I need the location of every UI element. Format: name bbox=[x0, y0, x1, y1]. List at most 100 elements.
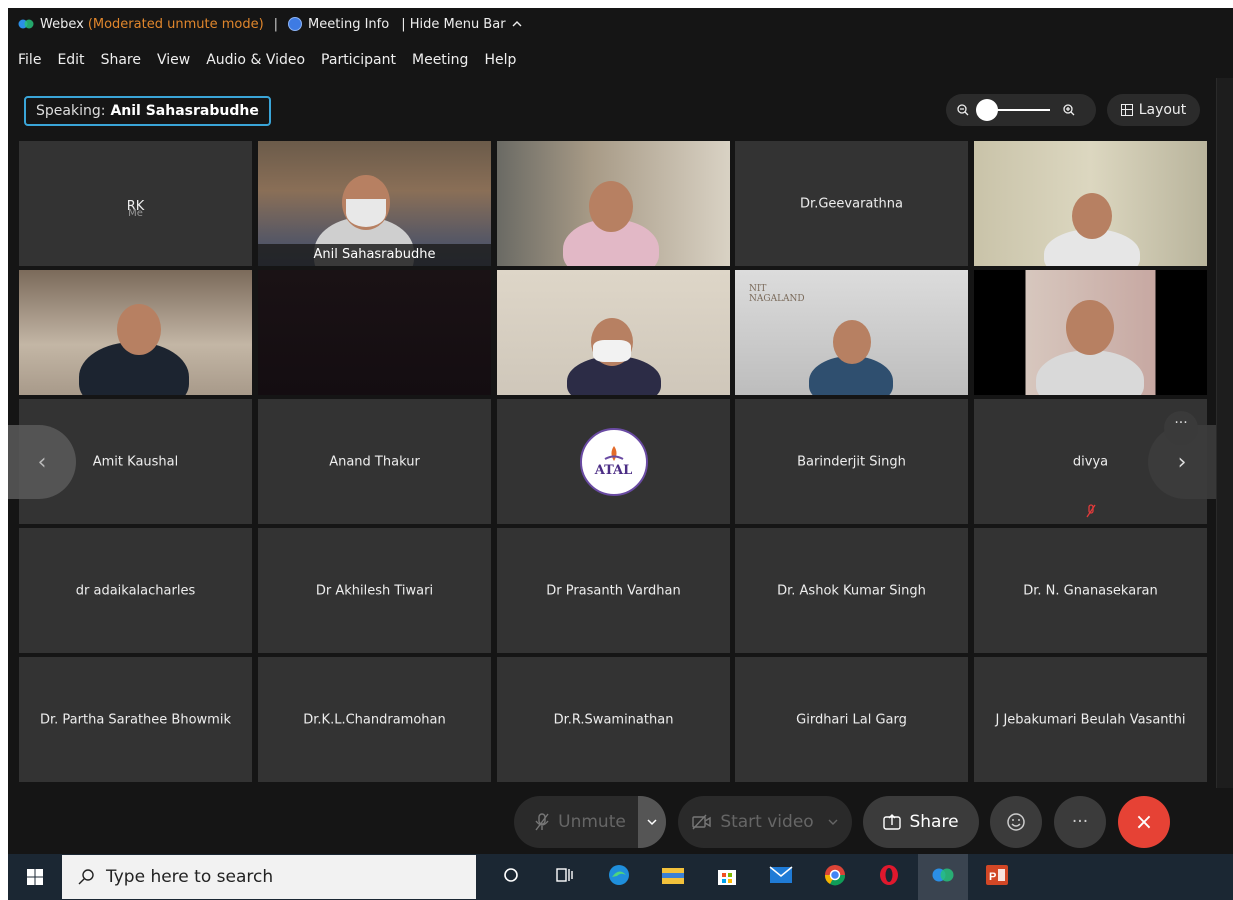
participant-face bbox=[1066, 300, 1114, 356]
participant-name: Girdhari Lal Garg bbox=[796, 712, 907, 727]
participant-tile[interactable] bbox=[974, 141, 1207, 266]
cortana-icon bbox=[503, 867, 519, 887]
task-view-icon bbox=[556, 867, 574, 887]
participant-tile[interactable]: RK Me bbox=[19, 141, 252, 266]
zoom-out-icon[interactable] bbox=[956, 103, 970, 117]
nit-sign: NIT NAGALAND bbox=[749, 284, 805, 304]
menu-item-meeting[interactable]: Meeting bbox=[412, 52, 468, 68]
cortana-taskbar-button[interactable] bbox=[486, 854, 536, 900]
participant-tile[interactable]: dr adaikalacharles bbox=[19, 528, 252, 653]
share-label: Share bbox=[909, 812, 959, 832]
atal-logo: ATAL bbox=[579, 427, 648, 496]
opera-taskbar-button[interactable] bbox=[864, 854, 914, 900]
participant-tile[interactable]: Dr.R.Swaminathan bbox=[497, 657, 730, 782]
participant-tile[interactable]: Dr. Ashok Kumar Singh bbox=[735, 528, 968, 653]
unmute-mode-label: (Moderated unmute mode) bbox=[87, 16, 264, 32]
taskbar-search-box[interactable]: Type here to search bbox=[62, 855, 476, 899]
participant-face bbox=[589, 181, 633, 232]
tile-more-options-button[interactable]: ··· bbox=[1164, 411, 1198, 445]
participant-name: Dr.K.L.Chandramohan bbox=[303, 712, 446, 727]
hide-menu-bar-button[interactable]: | Hide Menu Bar bbox=[401, 17, 522, 32]
zoom-in-icon[interactable] bbox=[1062, 103, 1076, 117]
audio-options-dropdown[interactable] bbox=[638, 796, 666, 848]
chrome-icon bbox=[823, 863, 847, 891]
participant-tile[interactable]: ATAL bbox=[497, 399, 730, 524]
video-caption-name: Anil Sahasrabudhe bbox=[258, 244, 491, 266]
unmute-button[interactable]: Unmute bbox=[514, 796, 666, 848]
more-options-button[interactable]: ··· bbox=[1054, 796, 1106, 848]
face-mask bbox=[593, 340, 631, 362]
participant-tile[interactable] bbox=[258, 270, 491, 395]
app-name: Webex bbox=[40, 16, 84, 32]
more-dots-icon: ··· bbox=[1071, 812, 1089, 832]
close-icon: × bbox=[1134, 809, 1154, 835]
start-video-button[interactable]: Start video bbox=[678, 796, 852, 848]
participant-tile[interactable]: J Jebakumari Beulah Vasanthi bbox=[974, 657, 1207, 782]
zoom-track[interactable] bbox=[976, 99, 1050, 121]
task-view-taskbar-button[interactable] bbox=[540, 854, 590, 900]
participant-tile[interactable]: Dr.Geevarathna bbox=[735, 141, 968, 266]
menu-item-participant[interactable]: Participant bbox=[321, 52, 396, 68]
start-button[interactable] bbox=[8, 854, 62, 900]
scrollbar[interactable] bbox=[1216, 78, 1233, 788]
more-dots-icon: ··· bbox=[1174, 415, 1188, 431]
chevron-down-icon[interactable] bbox=[828, 818, 838, 826]
powerpoint-taskbar-button[interactable]: P bbox=[972, 854, 1022, 900]
participant-name: Dr.R.Swaminathan bbox=[553, 712, 674, 727]
edge-taskbar-button[interactable] bbox=[594, 854, 644, 900]
participant-tile[interactable]: Dr Akhilesh Tiwari bbox=[258, 528, 491, 653]
mail-taskbar-button[interactable] bbox=[756, 854, 806, 900]
file-explorer-icon bbox=[661, 865, 685, 889]
chrome-taskbar-button[interactable] bbox=[810, 854, 860, 900]
participant-tile[interactable]: Dr.K.L.Chandramohan bbox=[258, 657, 491, 782]
participant-tile[interactable]: Dr. Partha Sarathee Bhowmik bbox=[19, 657, 252, 782]
speaking-label: Speaking: bbox=[36, 103, 106, 119]
store-taskbar-button[interactable] bbox=[702, 854, 752, 900]
flame-icon bbox=[604, 446, 623, 461]
participant-tile[interactable]: Girdhari Lal Garg bbox=[735, 657, 968, 782]
layout-button[interactable]: Layout bbox=[1107, 94, 1200, 126]
participant-tile[interactable]: Anil Sahasrabudhe bbox=[258, 141, 491, 266]
participant-name: Anand Thakur bbox=[329, 454, 420, 469]
speaking-name: Anil Sahasrabudhe bbox=[110, 103, 259, 119]
menu-item-audio-video[interactable]: Audio & Video bbox=[206, 52, 305, 68]
hide-menu-label: | Hide Menu Bar bbox=[401, 16, 506, 32]
windows-taskbar: Type here to search P bbox=[8, 854, 1233, 900]
participant-tile[interactable]: Dr Prasanth Vardhan bbox=[497, 528, 730, 653]
zoom-knob[interactable] bbox=[976, 99, 998, 121]
video-off-icon bbox=[692, 814, 712, 830]
participant-tile[interactable] bbox=[974, 270, 1207, 395]
leave-meeting-button[interactable]: × bbox=[1118, 796, 1170, 848]
atal-logo-text: ATAL bbox=[594, 463, 633, 478]
participant-face bbox=[1072, 193, 1112, 239]
participant-tile[interactable]: Barinderjit Singh bbox=[735, 399, 968, 524]
menu-item-view[interactable]: View bbox=[157, 52, 190, 68]
title-separator: | bbox=[273, 16, 279, 32]
reactions-button[interactable] bbox=[990, 796, 1042, 848]
mail-icon bbox=[769, 866, 793, 888]
file-explorer-taskbar-button[interactable] bbox=[648, 854, 698, 900]
participant-tile[interactable]: Anand Thakur bbox=[258, 399, 491, 524]
chevron-left-icon: ‹ bbox=[37, 449, 47, 475]
menu-item-share[interactable]: Share bbox=[101, 52, 141, 68]
chevron-down-icon bbox=[647, 819, 657, 826]
webex-logo-icon bbox=[18, 19, 34, 29]
zoom-slider[interactable] bbox=[946, 94, 1096, 126]
webex-taskbar-button[interactable] bbox=[918, 854, 968, 900]
participant-tile[interactable]: Dr. N. Gnanasekaran bbox=[974, 528, 1207, 653]
menu-item-file[interactable]: File bbox=[18, 52, 41, 68]
participant-face bbox=[117, 304, 161, 355]
meeting-info-button[interactable]: Meeting Info bbox=[288, 17, 389, 32]
menu-item-help[interactable]: Help bbox=[484, 52, 516, 68]
menu-item-edit[interactable]: Edit bbox=[57, 52, 84, 68]
participant-name: Dr.Geevarathna bbox=[800, 196, 903, 211]
share-button[interactable]: Share bbox=[863, 796, 979, 848]
participant-tile[interactable]: NIT NAGALAND bbox=[735, 270, 968, 395]
shield-icon bbox=[288, 17, 303, 31]
beard bbox=[346, 199, 386, 227]
participant-tile[interactable] bbox=[497, 270, 730, 395]
participant-tile[interactable] bbox=[497, 141, 730, 266]
chevron-right-icon: › bbox=[1177, 449, 1187, 475]
participant-tile[interactable] bbox=[19, 270, 252, 395]
taskbar-apps: P bbox=[482, 854, 1022, 900]
